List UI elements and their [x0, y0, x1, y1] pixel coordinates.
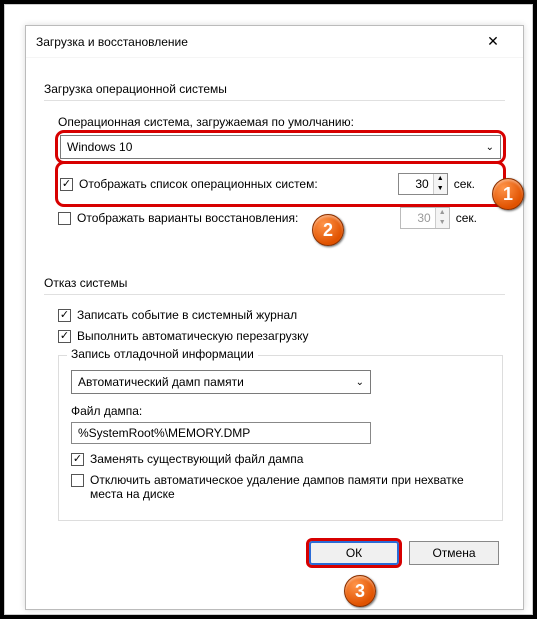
dialog-window: Загрузка и восстановление ✕ Загрузка опе… [25, 25, 524, 610]
content: Загрузка операционной системы Операционн… [26, 58, 523, 579]
show-recovery-label: Отображать варианты восстановления: [77, 211, 298, 225]
show-os-list-checkbox[interactable] [60, 178, 73, 191]
sec-label-2: сек. [456, 211, 477, 225]
cancel-button[interactable]: Отмена [409, 541, 499, 565]
replace-existing-label: Заменять существующий файл дампа [90, 452, 303, 466]
callout-2: 2 [312, 214, 344, 246]
replace-existing-checkbox[interactable] [71, 453, 84, 466]
failure-group: Отказ системы Записать событие в системн… [44, 276, 505, 523]
default-os-combo[interactable]: Windows 10 ⌄ [60, 135, 501, 159]
down-arrow-icon[interactable]: ▼ [433, 184, 447, 194]
ok-button[interactable]: ОК [309, 541, 399, 565]
up-arrow-icon[interactable]: ▲ [433, 174, 447, 184]
dump-file-field-label: Файл дампа: [71, 404, 490, 418]
chevron-down-icon: ⌄ [356, 377, 364, 388]
os-list-secs-spinner[interactable]: 30 ▲▼ [398, 173, 448, 195]
recovery-secs-spinner: 30 ▲▼ [400, 207, 450, 229]
highlight-os-list-row: Отображать список операционных систем: 3… [58, 164, 503, 204]
combo-selected: Windows 10 [67, 140, 132, 154]
failure-label: Отказ системы [44, 276, 505, 290]
write-event-checkbox[interactable] [58, 309, 71, 322]
callout-1: 1 [492, 178, 524, 210]
window-title: Загрузка и восстановление [36, 35, 473, 49]
debug-info-label: Запись отладочной информации [67, 347, 258, 361]
callout-3: 3 [344, 575, 376, 607]
dump-file-input[interactable] [71, 422, 371, 444]
auto-restart-label: Выполнить автоматическую перезагрузку [77, 329, 309, 343]
debug-info-group: Запись отладочной информации Автоматичес… [58, 355, 503, 521]
default-os-label: Операционная система, загружаемая по умо… [58, 115, 503, 129]
auto-restart-checkbox[interactable] [58, 330, 71, 343]
startup-group: Загрузка операционной системы Операционн… [44, 82, 505, 238]
button-bar: ОК Отмена [44, 541, 505, 565]
startup-label: Загрузка операционной системы [44, 82, 505, 96]
show-recovery-checkbox[interactable] [58, 212, 71, 225]
sec-label-1: сек. [454, 177, 475, 191]
show-os-list-label: Отображать список операционных систем: [79, 177, 318, 191]
titlebar: Загрузка и восстановление ✕ [26, 26, 523, 58]
dump-type-combo[interactable]: Автоматический дамп памяти ⌄ [71, 370, 371, 394]
write-event-label: Записать событие в системный журнал [77, 308, 297, 322]
frame: Загрузка и восстановление ✕ Загрузка опе… [4, 4, 533, 615]
disable-auto-delete-label: Отключить автоматическое удаление дампов… [90, 473, 470, 501]
disable-auto-delete-checkbox[interactable] [71, 474, 84, 487]
chevron-down-icon: ⌄ [486, 142, 494, 153]
highlight-default-os: Windows 10 ⌄ [58, 133, 503, 161]
close-button[interactable]: ✕ [473, 26, 513, 58]
